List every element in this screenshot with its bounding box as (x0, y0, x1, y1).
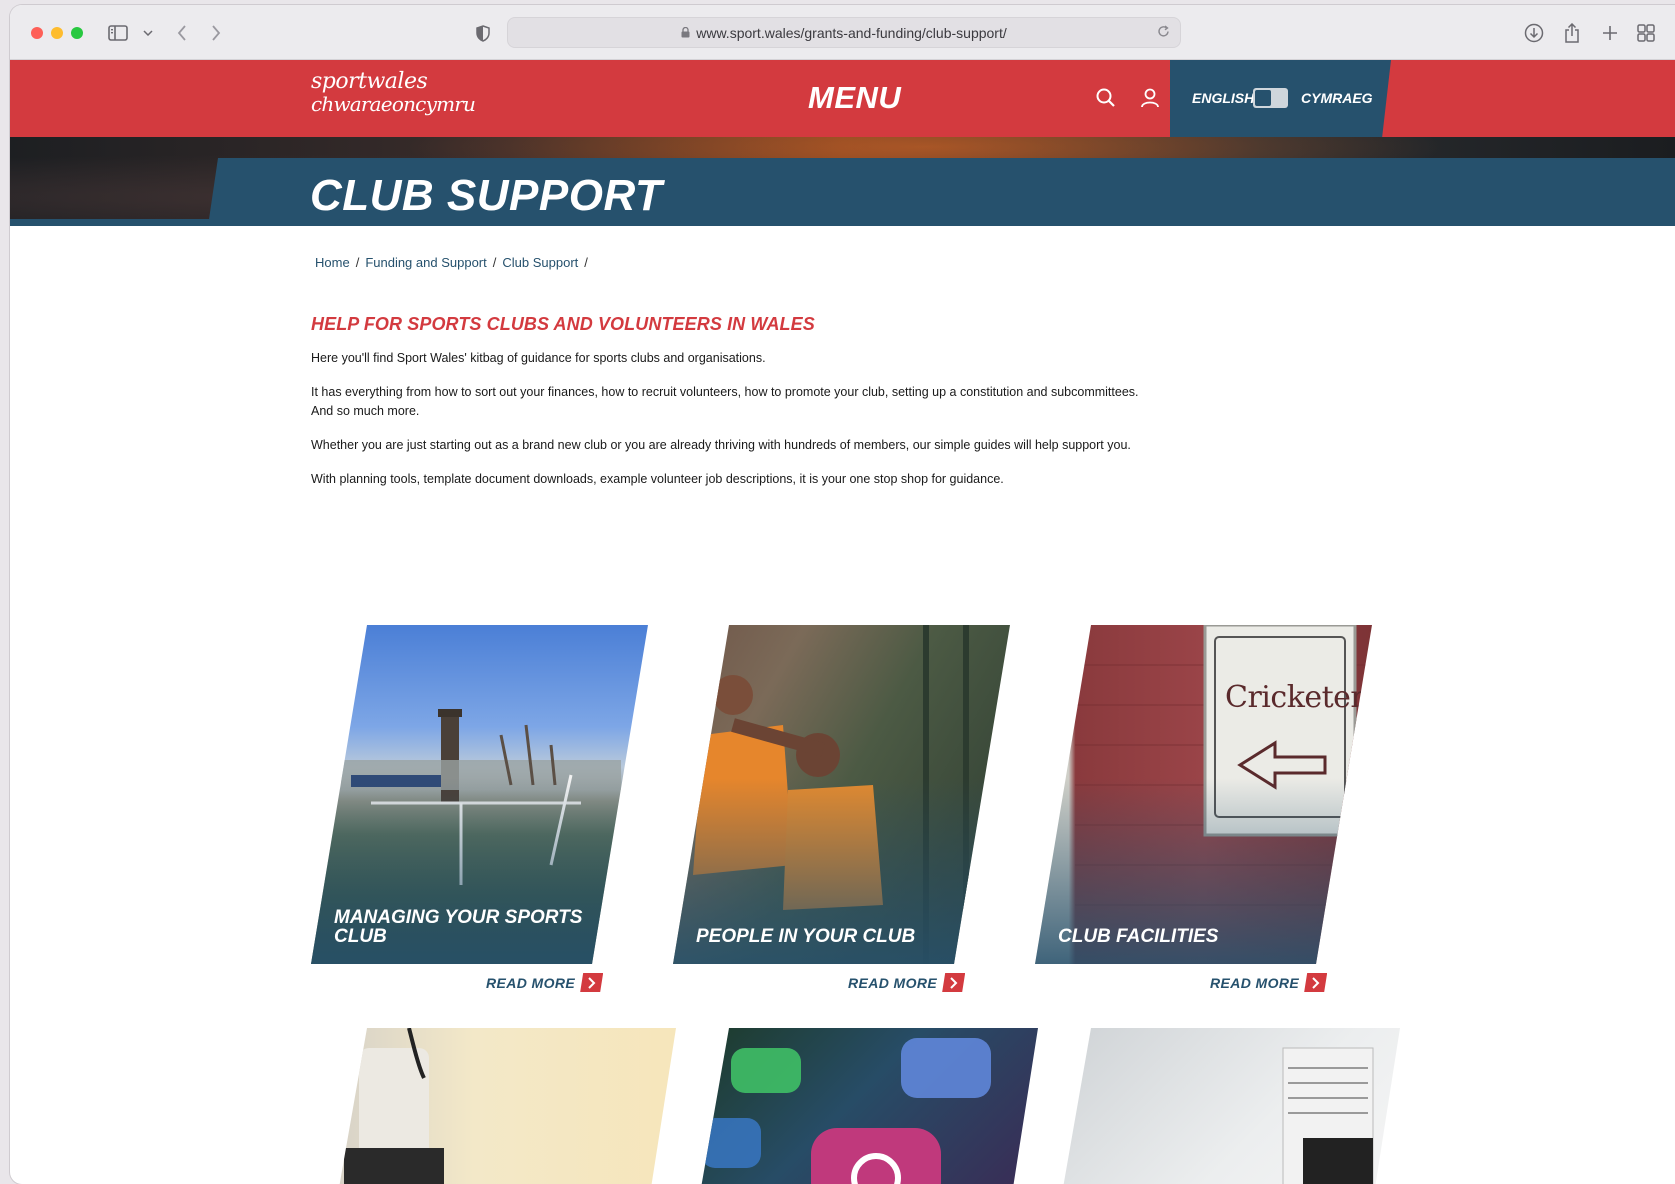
minimize-window-button[interactable] (51, 27, 63, 39)
site-header: sportwales chwaraeoncymru MENU ENGLISH C… (10, 60, 1675, 137)
logo-line-2: chwaraeoncymru (311, 92, 476, 116)
share-icon[interactable] (1558, 19, 1586, 47)
logo-line-1: sportwales (311, 69, 428, 94)
back-icon[interactable] (168, 19, 196, 47)
forward-icon[interactable] (202, 19, 230, 47)
breadcrumb: Home / Funding and Support / Club Suppor… (315, 255, 588, 270)
sign-text: Cricketers (1225, 680, 1372, 715)
read-more-link[interactable]: READ MORE (848, 973, 966, 992)
sidebar-toggle-icon[interactable] (102, 19, 134, 47)
sports-ground-photo[interactable]: MANAGING YOUR SPORTS CLUB (311, 625, 648, 964)
sport-wales-logo[interactable]: sportwales chwaraeoncymru (311, 69, 476, 116)
card-title: PEOPLE IN YOUR CLUB (696, 926, 916, 947)
breadcrumb-separator: / (355, 255, 360, 270)
privacy-shield-icon[interactable] (469, 19, 497, 47)
breadcrumb-club-support[interactable]: Club Support (502, 255, 578, 270)
toggle-knob (1255, 90, 1271, 106)
browser-toolbar: www.sport.wales/grants-and-funding/club-… (10, 5, 1675, 60)
card-title: MANAGING YOUR SPORTS CLUB (334, 907, 583, 947)
printer-illustration (344, 1028, 444, 1184)
tab-overview-icon[interactable] (1632, 19, 1660, 47)
intro-paragraph: It has everything from how to sort out y… (311, 385, 1139, 418)
lock-icon (681, 25, 690, 41)
address-bar[interactable]: www.sport.wales/grants-and-funding/club-… (507, 17, 1181, 48)
language-switcher: ENGLISH CYMRAEG (1170, 60, 1391, 137)
binder-illustration (1282, 1047, 1374, 1184)
card-title: CLUB FACILITIES (1058, 926, 1219, 947)
downloads-icon[interactable] (1520, 19, 1548, 47)
new-tab-icon[interactable] (1596, 19, 1624, 47)
read-more-link[interactable]: READ MORE (486, 973, 604, 992)
page-title: CLUB SUPPORT (310, 171, 663, 220)
breadcrumb-separator: / (492, 255, 497, 270)
user-account-icon[interactable] (1138, 86, 1162, 110)
read-more-label: READ MORE (848, 974, 938, 991)
breadcrumb-separator: / (584, 255, 588, 270)
language-toggle[interactable] (1253, 88, 1288, 108)
breadcrumb-home[interactable]: Home (315, 255, 350, 270)
cricketers-sign-photo[interactable]: Cricketers CLUB FACILITIES (1035, 625, 1372, 964)
welsh-language-option[interactable]: CYMRAEG (1301, 90, 1373, 106)
chevron-right-icon (942, 973, 966, 992)
chevron-down-icon[interactable] (138, 19, 158, 47)
brick-wall-illustration (1075, 625, 1372, 906)
intro-paragraph: Whether you are just starting out as a b… (311, 438, 1131, 452)
browser-window: www.sport.wales/grants-and-funding/club-… (10, 5, 1675, 1184)
card-social-media-photo[interactable] (701, 1028, 1038, 1184)
volunteers-photo[interactable]: PEOPLE IN YOUR CLUB (673, 625, 1010, 964)
read-more-link[interactable]: READ MORE (1210, 973, 1328, 992)
reload-icon[interactable] (1157, 25, 1170, 41)
chevron-right-icon (1304, 973, 1328, 992)
menu-button[interactable]: MENU (808, 80, 901, 116)
english-language-option[interactable]: ENGLISH (1192, 90, 1254, 106)
read-more-label: READ MORE (1210, 974, 1300, 991)
hero-bottom-edge (10, 226, 1675, 237)
intro-paragraph: Here you'll find Sport Wales' kitbag of … (311, 351, 766, 365)
search-icon[interactable] (1094, 86, 1118, 110)
intro-paragraph: With planning tools, template document d… (311, 472, 1004, 486)
card-documents-photo[interactable] (1063, 1028, 1400, 1184)
app-icons-illustration (701, 1038, 991, 1184)
volunteers-illustration (693, 625, 969, 964)
section-heading: HELP FOR SPORTS CLUBS AND VOLUNTEERS IN … (311, 314, 815, 334)
url-text: www.sport.wales/grants-and-funding/club-… (696, 24, 1007, 41)
card-printer-photo[interactable] (339, 1028, 676, 1184)
breadcrumb-funding-and-support[interactable]: Funding and Support (365, 255, 486, 270)
zoom-window-button[interactable] (71, 27, 83, 39)
hero-banner: CLUB SUPPORT (10, 137, 1675, 237)
close-window-button[interactable] (31, 27, 43, 39)
read-more-label: READ MORE (486, 974, 576, 991)
chevron-right-icon (580, 973, 604, 992)
intro-section: HELP FOR SPORTS CLUBS AND VOLUNTEERS IN … (311, 314, 1141, 504)
